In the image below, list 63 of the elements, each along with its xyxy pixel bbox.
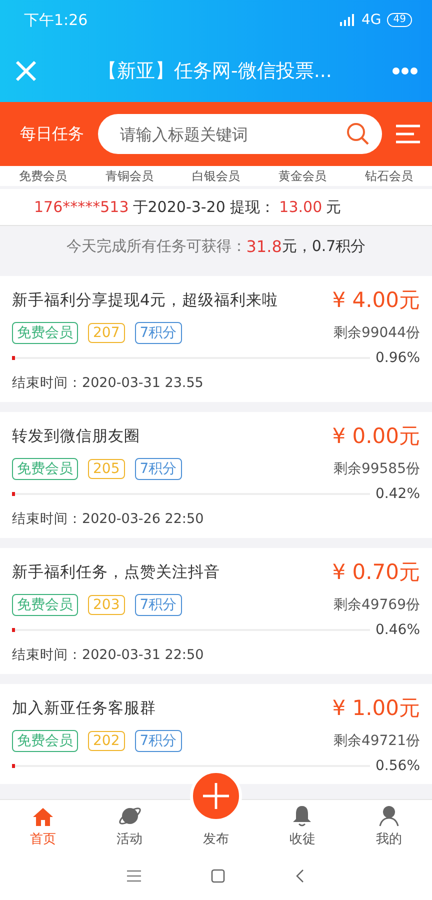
task-reward: ¥ 1.00元 — [332, 695, 420, 722]
task-reward: ¥ 0.00元 — [332, 423, 420, 450]
task-tag: 7积分 — [134, 322, 182, 344]
signal-icon — [340, 14, 356, 26]
end-time: 结束时间：2020-03-26 22:50 — [12, 510, 205, 528]
progress-percent: 0.56% — [376, 758, 420, 774]
task-tag: 205 — [88, 459, 125, 479]
network-type: 4G — [362, 12, 382, 28]
home-icon — [32, 807, 54, 827]
battery-level: 49 — [387, 13, 412, 27]
clock-time: 下午1:26 — [24, 10, 89, 30]
remaining-count: 剩余99585份 — [333, 460, 420, 478]
tier-tab[interactable]: 黄金会员 — [278, 168, 326, 184]
task-tag: 203 — [88, 595, 125, 615]
earnings-summary: 今天完成所有任务可获得：31.8元，0.7积分 — [0, 225, 432, 266]
tier-tab[interactable]: 钻石会员 — [364, 168, 413, 184]
plus-icon — [203, 783, 229, 809]
nav-tab[interactable]: 活动 — [86, 800, 173, 852]
daily-tasks-label: 每日任务 — [20, 124, 84, 144]
task-reward: ¥ 4.00元 — [332, 287, 420, 314]
page-title: 【新亚】任务网-微信投票... — [97, 59, 333, 84]
task-tag: 免费会员 — [12, 594, 78, 616]
task-title[interactable]: 新手福利分享提现4元，超级福利来啦 — [12, 286, 278, 311]
search-icon[interactable] — [346, 122, 370, 146]
back-icon[interactable] — [295, 869, 305, 883]
menu-icon[interactable] — [127, 870, 141, 882]
task-tag: 7积分 — [134, 458, 182, 480]
end-time: 结束时间：2020-03-31 23.55 — [12, 374, 204, 392]
progress-percent: 0.96% — [376, 350, 420, 366]
progress-percent: 0.46% — [376, 622, 420, 638]
search-field[interactable]: 请输入标题关键词 — [98, 114, 382, 154]
task-tag: 202 — [88, 731, 125, 751]
task-tag: 7积分 — [134, 594, 182, 616]
progress-percent: 0.42% — [376, 486, 420, 502]
remaining-count: 剩余99044份 — [333, 324, 420, 342]
remaining-count: 剩余49721份 — [333, 732, 420, 750]
withdraw-amount: 13.00 — [279, 198, 322, 216]
home-button-icon[interactable] — [211, 869, 225, 883]
task-reward: ¥ 0.70元 — [332, 559, 420, 586]
nav-tab[interactable]: 我的 — [346, 800, 432, 852]
task-tag: 207 — [88, 323, 125, 343]
currency-unit: 元 — [326, 198, 342, 216]
tier-tab[interactable]: 青铜会员 — [106, 168, 154, 184]
tier-tab[interactable]: 白银会员 — [192, 168, 240, 184]
more-icon[interactable] — [392, 67, 418, 75]
nav-tab[interactable]: 收徒 — [259, 800, 346, 852]
tier-tab[interactable]: 免费会员 — [19, 168, 68, 184]
planet-icon — [118, 805, 142, 827]
close-icon[interactable] — [14, 59, 38, 83]
task-tag: 免费会员 — [12, 458, 78, 480]
user-id: 176*****513 — [34, 198, 129, 216]
nav-tab[interactable]: 发布 — [172, 830, 260, 852]
notice-text: 于2020-3-20 提现： — [132, 198, 276, 216]
end-time: 结束时间：2020-03-31 22:50 — [12, 646, 205, 664]
task-title[interactable]: 转发到微信朋友圈 — [12, 422, 140, 447]
task-tag: 7积分 — [134, 730, 182, 752]
task-tag: 免费会员 — [12, 730, 78, 752]
task-tag: 免费会员 — [12, 322, 78, 344]
remaining-count: 剩余49769份 — [333, 596, 420, 614]
bell-icon — [292, 805, 312, 827]
task-title[interactable]: 新手福利任务，点赞关注抖音 — [12, 558, 220, 583]
task-title[interactable]: 加入新亚任务客服群 — [12, 694, 156, 719]
person-icon — [378, 805, 400, 827]
